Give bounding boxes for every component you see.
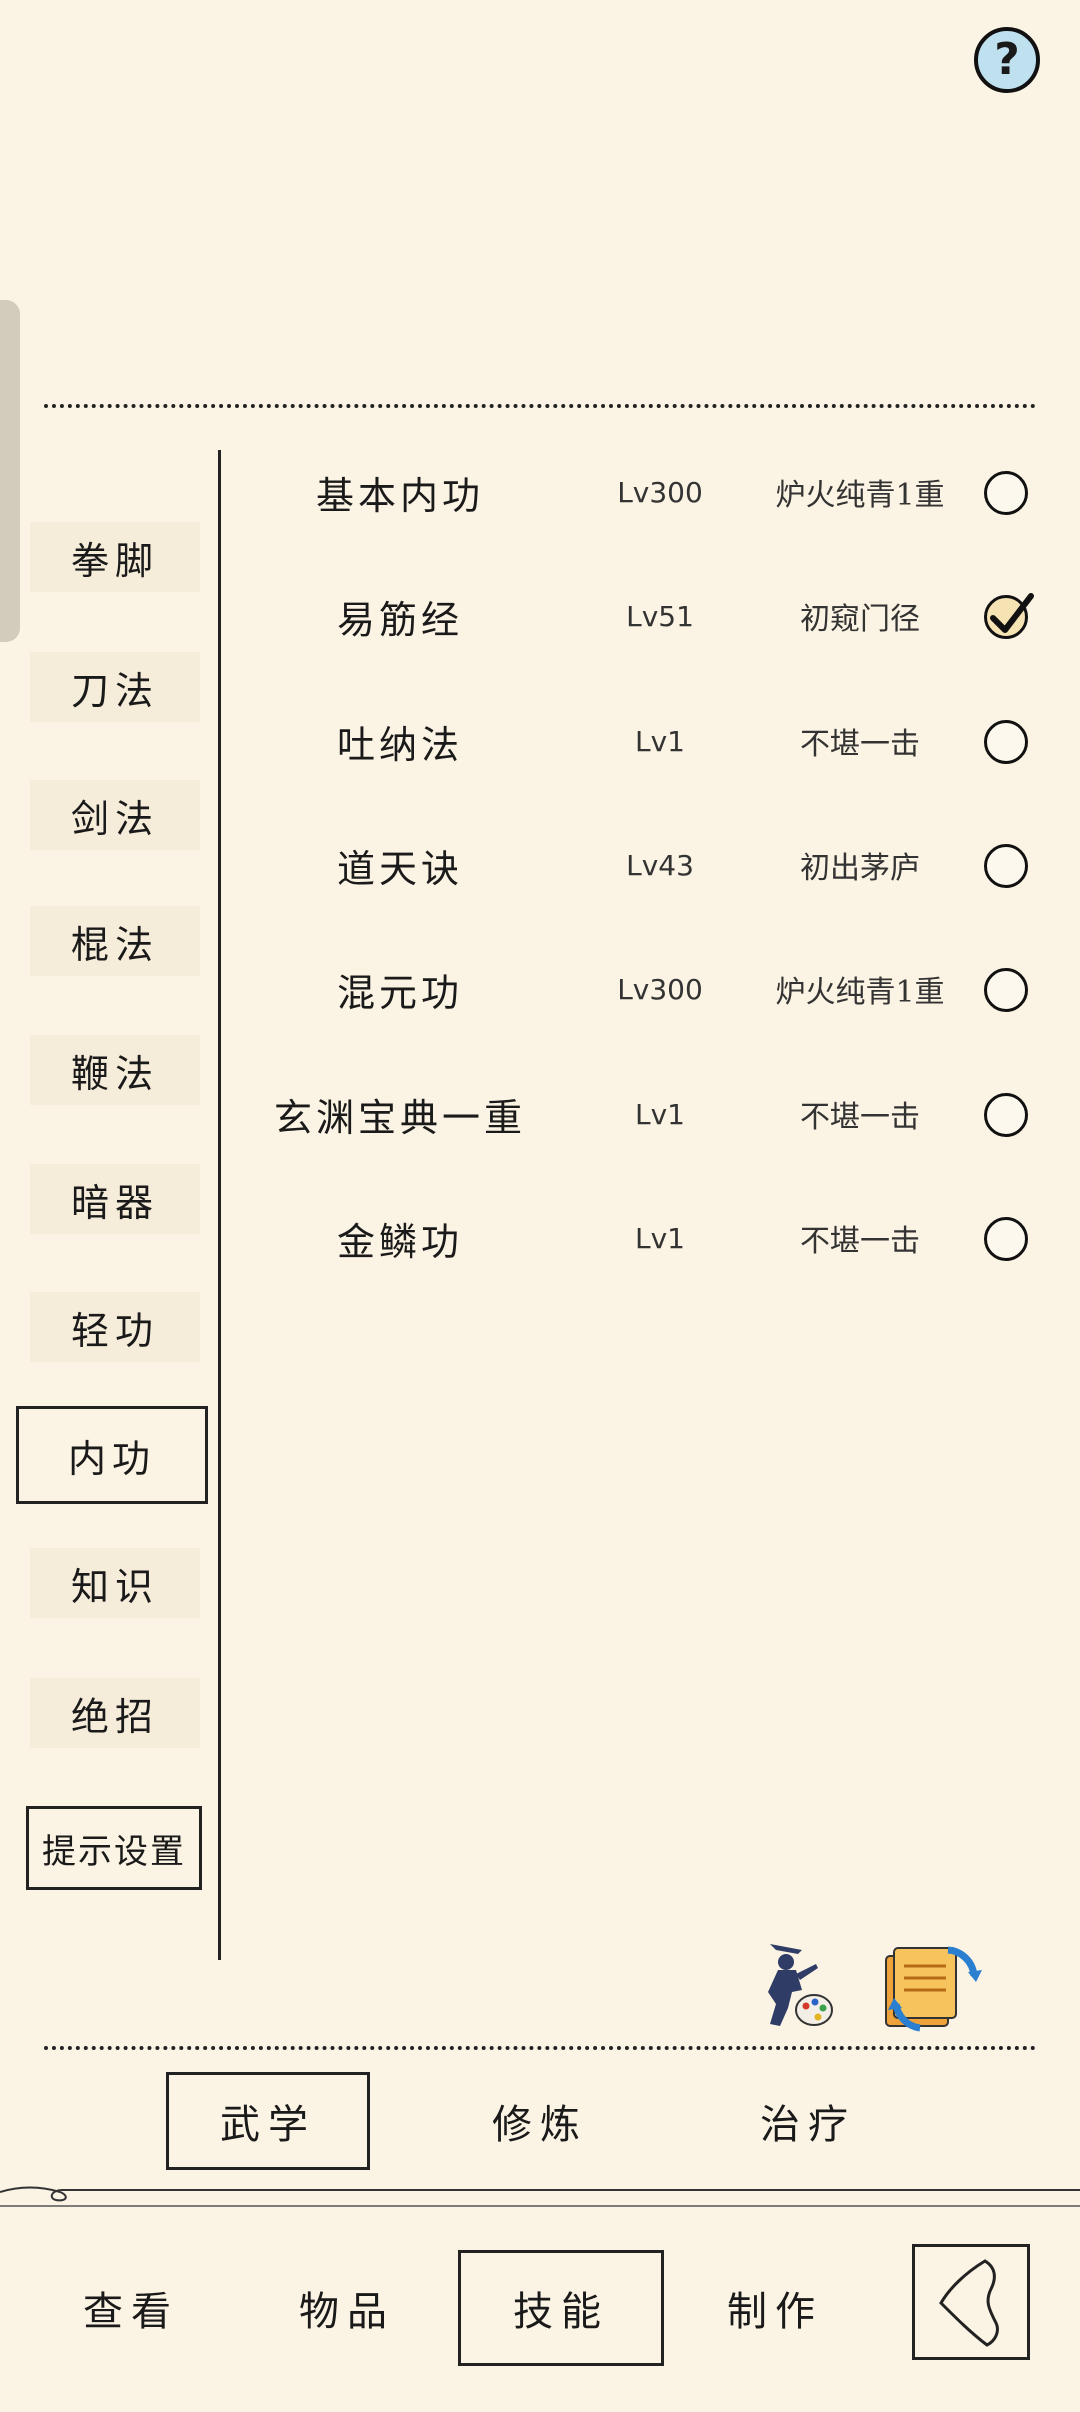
skill-row[interactable]: 道天诀 Lv43 初出茅庐 [240,825,1040,905]
question-mark-icon: ? [994,34,1020,85]
category-staff[interactable]: 棍法 [30,906,200,976]
skill-name: 道天诀 [336,846,463,891]
skill-toggle[interactable] [984,844,1028,888]
category-whip[interactable]: 鞭法 [30,1035,200,1105]
skill-name: 金鳞功 [336,1219,463,1264]
skill-level: Lv300 [617,475,703,509]
skill-level: Lv300 [617,972,703,1006]
help-button[interactable]: ? [974,27,1040,93]
skill-name: 易筋经 [336,597,463,642]
skill-rank: 炉火纯青1重 [775,975,945,1010]
nav-tab-view[interactable]: 查看 [46,2250,216,2366]
skill-row[interactable]: 易筋经 Lv51 初窥门径 [240,576,1040,656]
skill-toggle[interactable] [984,593,1034,639]
category-hidden-weapon[interactable]: 暗器 [30,1164,200,1234]
skill-rank: 炉火纯青1重 [775,478,945,513]
skill-rank: 不堪一击 [800,727,920,762]
skill-name: 基本内功 [315,473,484,518]
skill-rank: 初窥门径 [800,602,920,637]
skill-toggle[interactable] [984,1217,1028,1261]
skill-rank: 初出茅庐 [800,851,920,886]
sidebar-divider [218,450,221,1960]
scroll-swirl-decoration [0,2186,1080,2207]
top-divider [44,404,1036,408]
skill-toggle[interactable] [984,1093,1028,1137]
nav-tab-skills[interactable]: 技能 [458,2250,664,2366]
skill-level: Lv1 [635,1221,685,1255]
category-lightness[interactable]: 轻功 [30,1292,200,1362]
skill-level: Lv43 [626,848,694,882]
skill-row[interactable]: 基本内功 Lv300 炉火纯青1重 [240,452,1040,532]
category-sword[interactable]: 剑法 [30,780,200,850]
back-button[interactable] [912,2244,1030,2360]
category-knowledge[interactable]: 知识 [30,1548,200,1618]
subtab-martial-arts[interactable]: 武学 [166,2072,370,2170]
nav-tab-craft[interactable]: 制作 [690,2250,860,2366]
tip-settings-button[interactable]: 提示设置 [26,1806,202,1890]
checkmark-icon [990,593,1034,633]
book-swap-icon[interactable] [876,1932,986,2042]
side-drawer-handle[interactable] [0,300,20,642]
category-ultimate-move[interactable]: 绝招 [30,1678,200,1748]
skill-toggle[interactable] [984,968,1028,1012]
skill-level: Lv51 [626,599,694,633]
skill-level: Lv1 [635,1097,685,1131]
skill-name: 吐纳法 [336,722,463,767]
back-chevron-icon [939,2259,999,2347]
category-blade[interactable]: 刀法 [30,652,200,722]
subtab-heal[interactable]: 治疗 [708,2072,908,2170]
bottom-divider [44,2046,1036,2050]
skill-toggle[interactable] [984,720,1028,764]
fighter-palette-icon[interactable] [740,1930,844,2034]
skill-name: 混元功 [336,970,463,1015]
skill-level: Lv1 [635,724,685,758]
category-fist-kick[interactable]: 拳脚 [30,522,200,592]
skill-rank: 不堪一击 [800,1224,920,1259]
category-inner-power[interactable]: 内功 [16,1406,208,1504]
skill-toggle[interactable] [984,471,1028,515]
skill-name: 玄渊宝典一重 [273,1095,526,1140]
skill-row[interactable]: 玄渊宝典一重 Lv1 不堪一击 [240,1074,1040,1154]
skill-row[interactable]: 混元功 Lv300 炉火纯青1重 [240,949,1040,1029]
nav-tab-items[interactable]: 物品 [262,2250,432,2366]
skill-row[interactable]: 金鳞功 Lv1 不堪一击 [240,1198,1040,1278]
subtab-cultivate[interactable]: 修炼 [440,2072,640,2170]
skill-row[interactable]: 吐纳法 Lv1 不堪一击 [240,701,1040,781]
skill-rank: 不堪一击 [800,1100,920,1135]
